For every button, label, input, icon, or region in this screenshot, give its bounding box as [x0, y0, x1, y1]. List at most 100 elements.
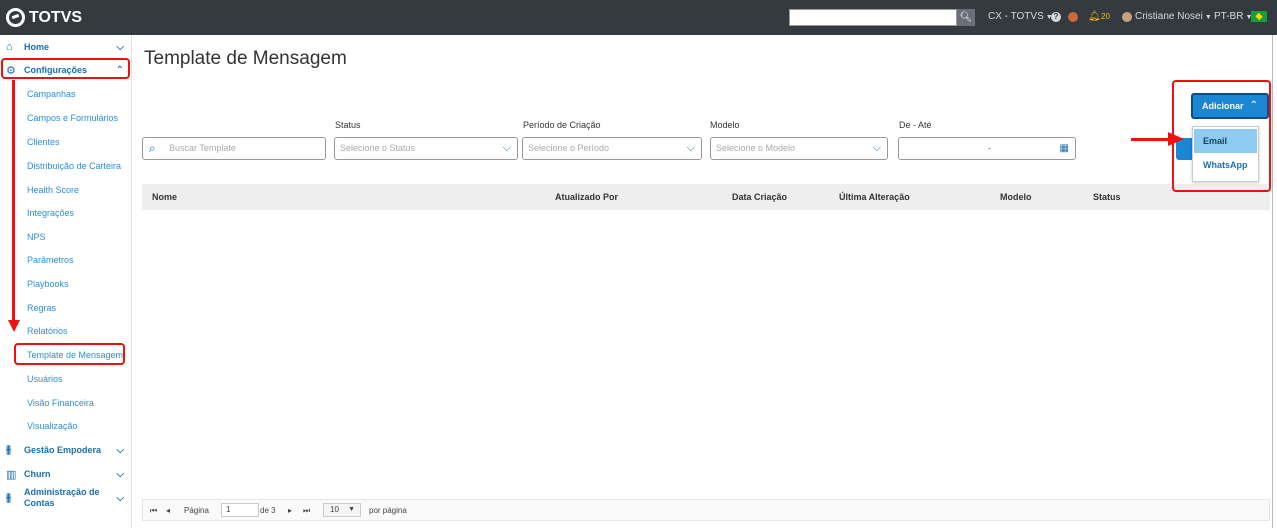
bar-chart-icon: ▥: [6, 468, 17, 481]
sidebar: ⌂ Home ⌵ ⚙ Configurações ⌃ Campanhas Cam…: [0, 35, 132, 528]
sidebar-item-churn[interactable]: ▥ Churn ⌵: [0, 468, 132, 481]
logo-text: TOTVS: [29, 8, 83, 26]
scrollbar-edge: [1272, 35, 1273, 528]
top-bar: TOTVS 🔍︎ CX - TOTVS ▼ ? 🔔︎ 20 Cristiane N…: [0, 0, 1277, 35]
environment-label: CX - TOTVS: [988, 11, 1044, 22]
date-range-input[interactable]: - ▦: [898, 137, 1076, 160]
sliders-icon: ⫵: [6, 443, 12, 456]
sidebar-item-distribuicao-carteira[interactable]: Distribuição de Carteira: [27, 161, 121, 171]
chevron-down-icon: ⌵: [872, 142, 881, 154]
user-menu[interactable]: Cristiane Nosei ▼: [1135, 11, 1212, 22]
template-search-input[interactable]: ⌕ Buscar Template: [142, 137, 326, 160]
status-placeholder: Selecione o Status: [340, 143, 416, 153]
search-placeholder: Buscar Template: [169, 143, 236, 153]
chevron-down-icon: ⌵: [116, 444, 124, 456]
sidebar-item-nps[interactable]: NPS: [27, 232, 46, 242]
periodo-label: Período de Criação: [523, 120, 601, 130]
label-line-1: Administração de: [24, 487, 100, 497]
pagination-bar: ⏮ ◂ Página 1 de 3 ▸ ⏭ 10 ▼ por página: [142, 499, 1270, 521]
de-ate-label: De - Até: [899, 120, 932, 130]
chevron-down-icon: ⌵: [502, 142, 511, 154]
page-label: Página: [184, 506, 209, 515]
last-page-icon[interactable]: ⏭: [303, 506, 310, 516]
next-page-icon[interactable]: ▸: [288, 506, 292, 515]
periodo-placeholder: Selecione o Período: [528, 143, 610, 153]
sidebar-item-gestao-empodera[interactable]: ⫵ Gestão Empodera ⌵: [0, 444, 132, 456]
sidebar-item-label: Gestão Empodera: [24, 444, 102, 455]
sidebar-item-parametros[interactable]: Parâmetros: [27, 255, 74, 265]
chevron-down-icon: ⌵: [116, 41, 124, 53]
language-label: PT-BR: [1214, 11, 1244, 22]
label-line-2: Contas: [24, 498, 55, 508]
sidebar-item-regras[interactable]: Regras: [27, 303, 56, 313]
per-page-label: por página: [369, 506, 407, 515]
annotation-arrow-head: [8, 320, 20, 332]
bell-icon[interactable]: 🔔︎: [1088, 11, 1101, 22]
profile-badge-icon[interactable]: [1068, 12, 1078, 22]
modelo-label: Modelo: [710, 120, 740, 130]
first-page-icon[interactable]: ⏮: [150, 506, 157, 516]
sidebar-item-label: Administração de Contas: [24, 487, 100, 509]
prev-page-icon[interactable]: ◂: [166, 506, 170, 515]
annotation-highlight-configuracoes: [1, 58, 130, 79]
annotation-highlight-add-menu: [1172, 80, 1271, 192]
sidebar-item-campos-formularios[interactable]: Campos e Formulários: [27, 113, 118, 123]
sliders-icon: ⫵: [6, 491, 12, 504]
environment-selector[interactable]: CX - TOTVS ▼: [988, 11, 1053, 22]
sidebar-item-label: Churn: [24, 468, 51, 479]
sidebar-item-administracao-contas[interactable]: ⫵ Administração de Contas ⌵: [0, 486, 132, 510]
chevron-down-icon: ⌵: [116, 468, 124, 480]
modelo-select[interactable]: Selecione o Modelo ⌵: [710, 137, 888, 160]
sidebar-item-relatorios[interactable]: Relatórios: [27, 326, 68, 336]
avatar[interactable]: [1122, 12, 1132, 22]
sidebar-item-visualizacao[interactable]: Visualização: [27, 421, 77, 431]
language-selector[interactable]: PT-BR ▼: [1214, 11, 1252, 22]
sidebar-item-playbooks[interactable]: Playbooks: [27, 279, 69, 289]
column-modelo[interactable]: Modelo: [1000, 192, 1032, 202]
sidebar-item-clientes[interactable]: Clientes: [27, 137, 60, 147]
caret-down-icon: ▼: [1204, 14, 1212, 21]
main-content: Template de Mensagem ⌕ Buscar Template S…: [132, 35, 1277, 528]
search-icon: ⌕: [149, 141, 156, 155]
table-header: Nome Atualizado Por Data Criação Última …: [142, 184, 1270, 210]
column-atualizado-por[interactable]: Atualizado Por: [555, 192, 618, 202]
annotation-arrow-head: [1168, 132, 1184, 146]
user-name: Cristiane Nosei: [1135, 11, 1203, 22]
page-size-select[interactable]: 10 ▼: [323, 503, 361, 517]
modelo-placeholder: Selecione o Modelo: [716, 143, 796, 153]
help-icon[interactable]: ?: [1051, 12, 1061, 22]
sidebar-item-usuarios[interactable]: Usuários: [27, 374, 63, 384]
date-range-value: -: [988, 143, 991, 153]
column-ultima-alteracao[interactable]: Última Alteração: [839, 192, 910, 202]
sidebar-item-integracoes[interactable]: Integrações: [27, 208, 74, 218]
notification-count: 20: [1101, 12, 1110, 21]
column-data-criacao[interactable]: Data Criação: [732, 192, 787, 202]
calendar-icon[interactable]: ▦: [1060, 138, 1069, 159]
page-total: de 3: [260, 506, 276, 515]
sidebar-item-home[interactable]: ⌂ Home ⌵: [0, 41, 132, 53]
chevron-down-icon: ⌵: [686, 142, 695, 154]
status-label: Status: [335, 120, 361, 130]
page-size-value: 10: [330, 505, 339, 514]
home-icon: ⌂: [6, 41, 13, 53]
page-title: Template de Mensagem: [144, 48, 347, 69]
sidebar-item-campanhas[interactable]: Campanhas: [27, 89, 76, 99]
annotation-highlight-template: [14, 343, 125, 365]
totvs-logo[interactable]: TOTVS: [6, 7, 82, 28]
totvs-logo-icon: [6, 8, 25, 27]
status-select[interactable]: Selecione o Status ⌵: [334, 137, 518, 160]
sidebar-item-health-score[interactable]: Health Score: [27, 185, 79, 195]
periodo-select[interactable]: Selecione o Período ⌵: [522, 137, 702, 160]
brazil-flag-icon[interactable]: [1251, 11, 1267, 22]
column-status[interactable]: Status: [1093, 192, 1121, 202]
caret-down-icon: ▼: [348, 506, 355, 513]
annotation-arrow-line: [1131, 138, 1173, 141]
chevron-down-icon: ⌵: [116, 492, 124, 504]
sidebar-item-visao-financeira[interactable]: Visão Financeira: [27, 398, 94, 408]
column-nome[interactable]: Nome: [152, 192, 177, 202]
page-number-input[interactable]: 1: [221, 503, 259, 517]
search-icon[interactable]: 🔍︎: [957, 9, 975, 26]
global-search-input[interactable]: [789, 9, 957, 26]
annotation-arrow-line: [12, 80, 15, 326]
sidebar-item-label: Home: [24, 41, 50, 52]
